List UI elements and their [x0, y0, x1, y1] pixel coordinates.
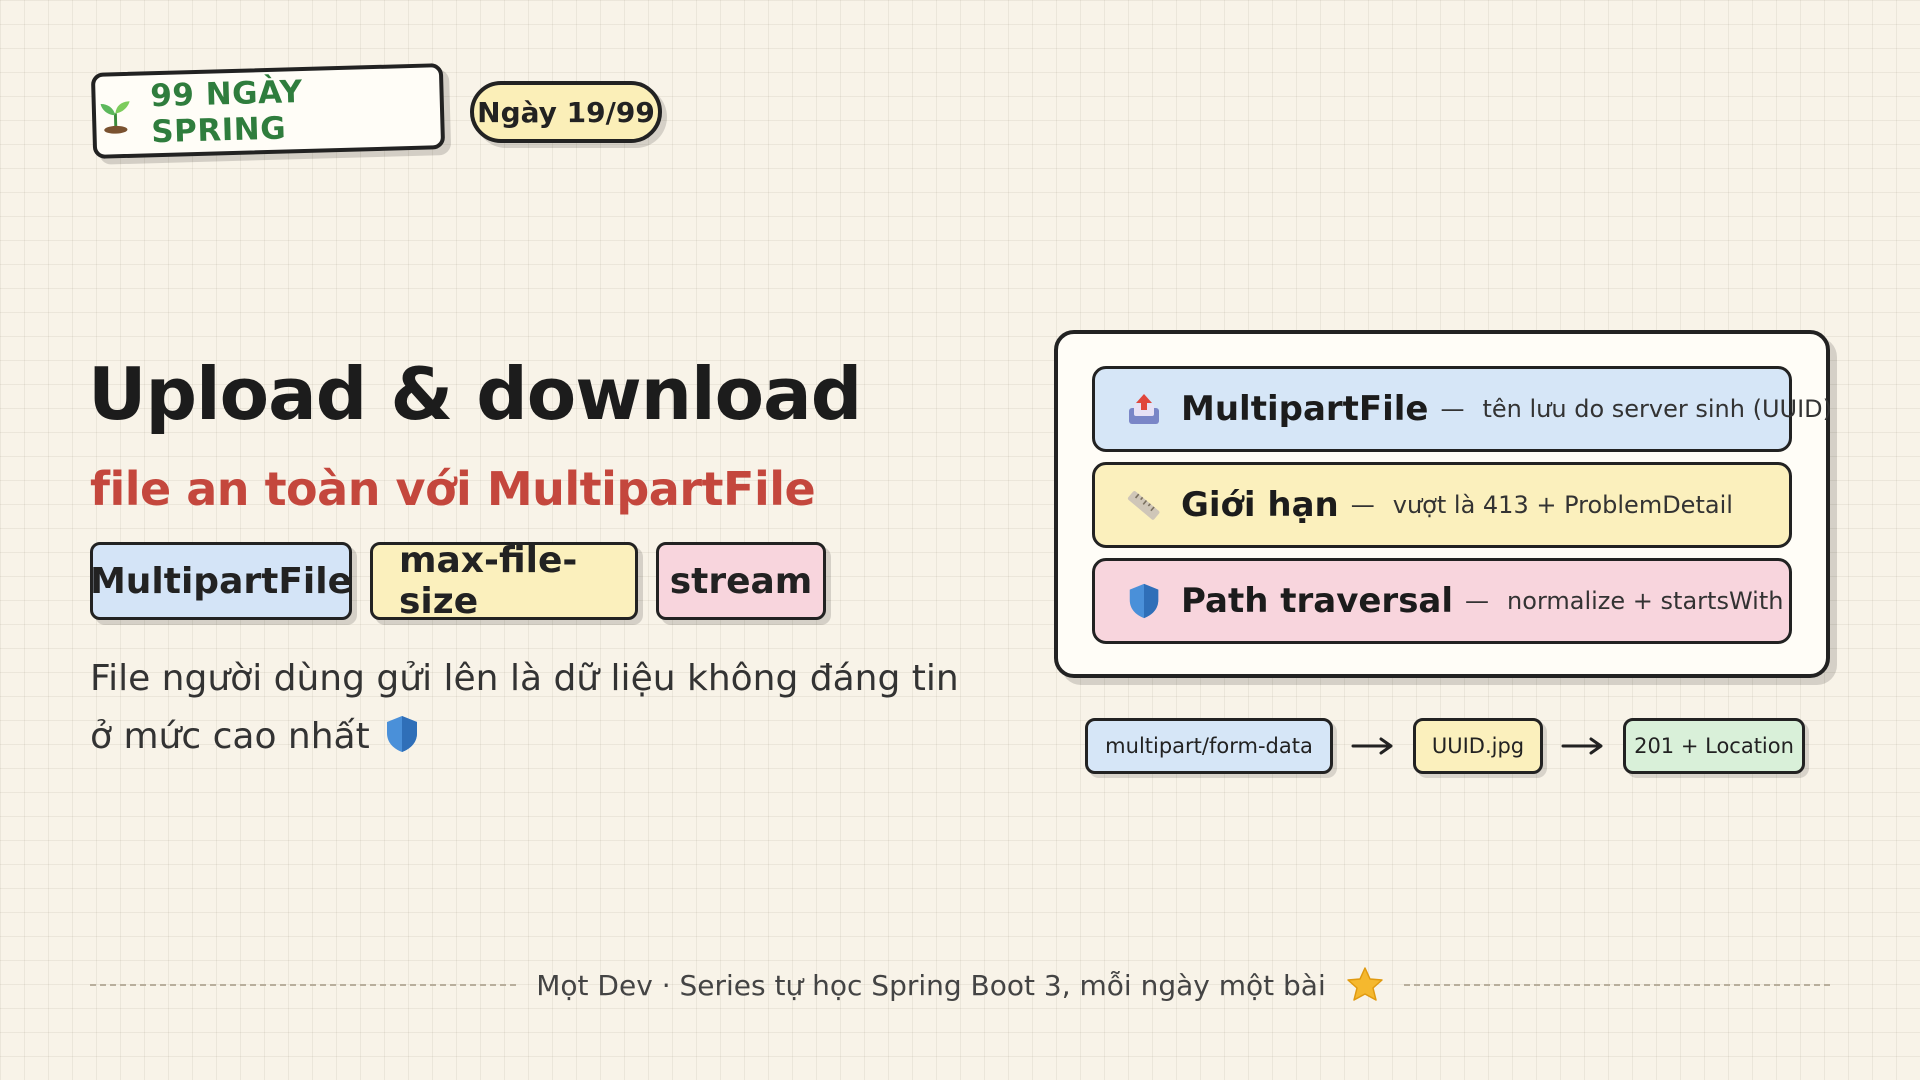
tag-stream: stream: [656, 542, 826, 620]
flow-diagram: multipart/form-data UUID.jpg 201 + Locat…: [1085, 718, 1805, 774]
tag-max-file-size: max-file-size: [370, 540, 638, 622]
card-row-name: Giới hạn: [1181, 485, 1339, 525]
flow-step-file: UUID.jpg: [1413, 718, 1543, 774]
shield-icon: [1129, 583, 1159, 619]
arrow-right-icon: [1333, 718, 1413, 774]
description-text: File người dùng gửi lên là dữ liệu không…: [90, 658, 959, 757]
flow-step-request: multipart/form-data: [1085, 718, 1333, 774]
footer: Mọt Dev · Series tự học Spring Boot 3, m…: [90, 966, 1831, 1004]
card-row-multipartfile: MultipartFile — tên lưu do server sinh (…: [1092, 366, 1832, 452]
arrow-right-icon: [1543, 718, 1623, 774]
card-row-note: vượt là 413 + ProblemDetail: [1392, 491, 1733, 519]
page-subtitle: file an toàn với MultipartFile: [90, 462, 816, 516]
page-title: Upload & download: [88, 352, 862, 436]
card-row-name: Path traversal: [1181, 581, 1454, 621]
sprout-icon: [100, 101, 130, 134]
day-badge: Ngày 19/99: [470, 81, 662, 143]
flow-step-response: 201 + Location: [1623, 718, 1805, 774]
card-row-limit: Giới hạn — vượt là 413 + ProblemDetail: [1092, 462, 1792, 548]
feature-card: MultipartFile — tên lưu do server sinh (…: [1054, 330, 1832, 678]
footer-text: Mọt Dev · Series tự học Spring Boot 3, m…: [536, 968, 1326, 1002]
footer-divider-left: [90, 984, 517, 986]
star-icon: [1347, 967, 1383, 1001]
card-row-separator: —: [1440, 395, 1465, 423]
card-row-name: MultipartFile: [1181, 389, 1429, 429]
card-row-path-traversal: Path traversal — normalize + startsWith: [1092, 558, 1792, 644]
upload-tray-icon: [1129, 394, 1159, 424]
series-badge: 99 NGÀY SPRING: [90, 63, 446, 159]
series-label: 99 NGÀY SPRING: [149, 74, 304, 151]
card-row-separator: —: [1350, 491, 1375, 519]
card-row-note: normalize + startsWith: [1507, 587, 1784, 615]
ruler-icon: [1127, 491, 1160, 520]
card-row-note: tên lưu do server sinh (UUID): [1482, 395, 1833, 423]
footer-divider-right: [1403, 984, 1831, 986]
description: File người dùng gửi lên là dữ liệu không…: [90, 650, 970, 766]
shield-icon: [386, 716, 417, 752]
card-row-separator: —: [1465, 587, 1490, 615]
tag-list: MultipartFile max-file-size stream: [90, 540, 826, 622]
tag-multipartfile: MultipartFile: [90, 542, 352, 620]
